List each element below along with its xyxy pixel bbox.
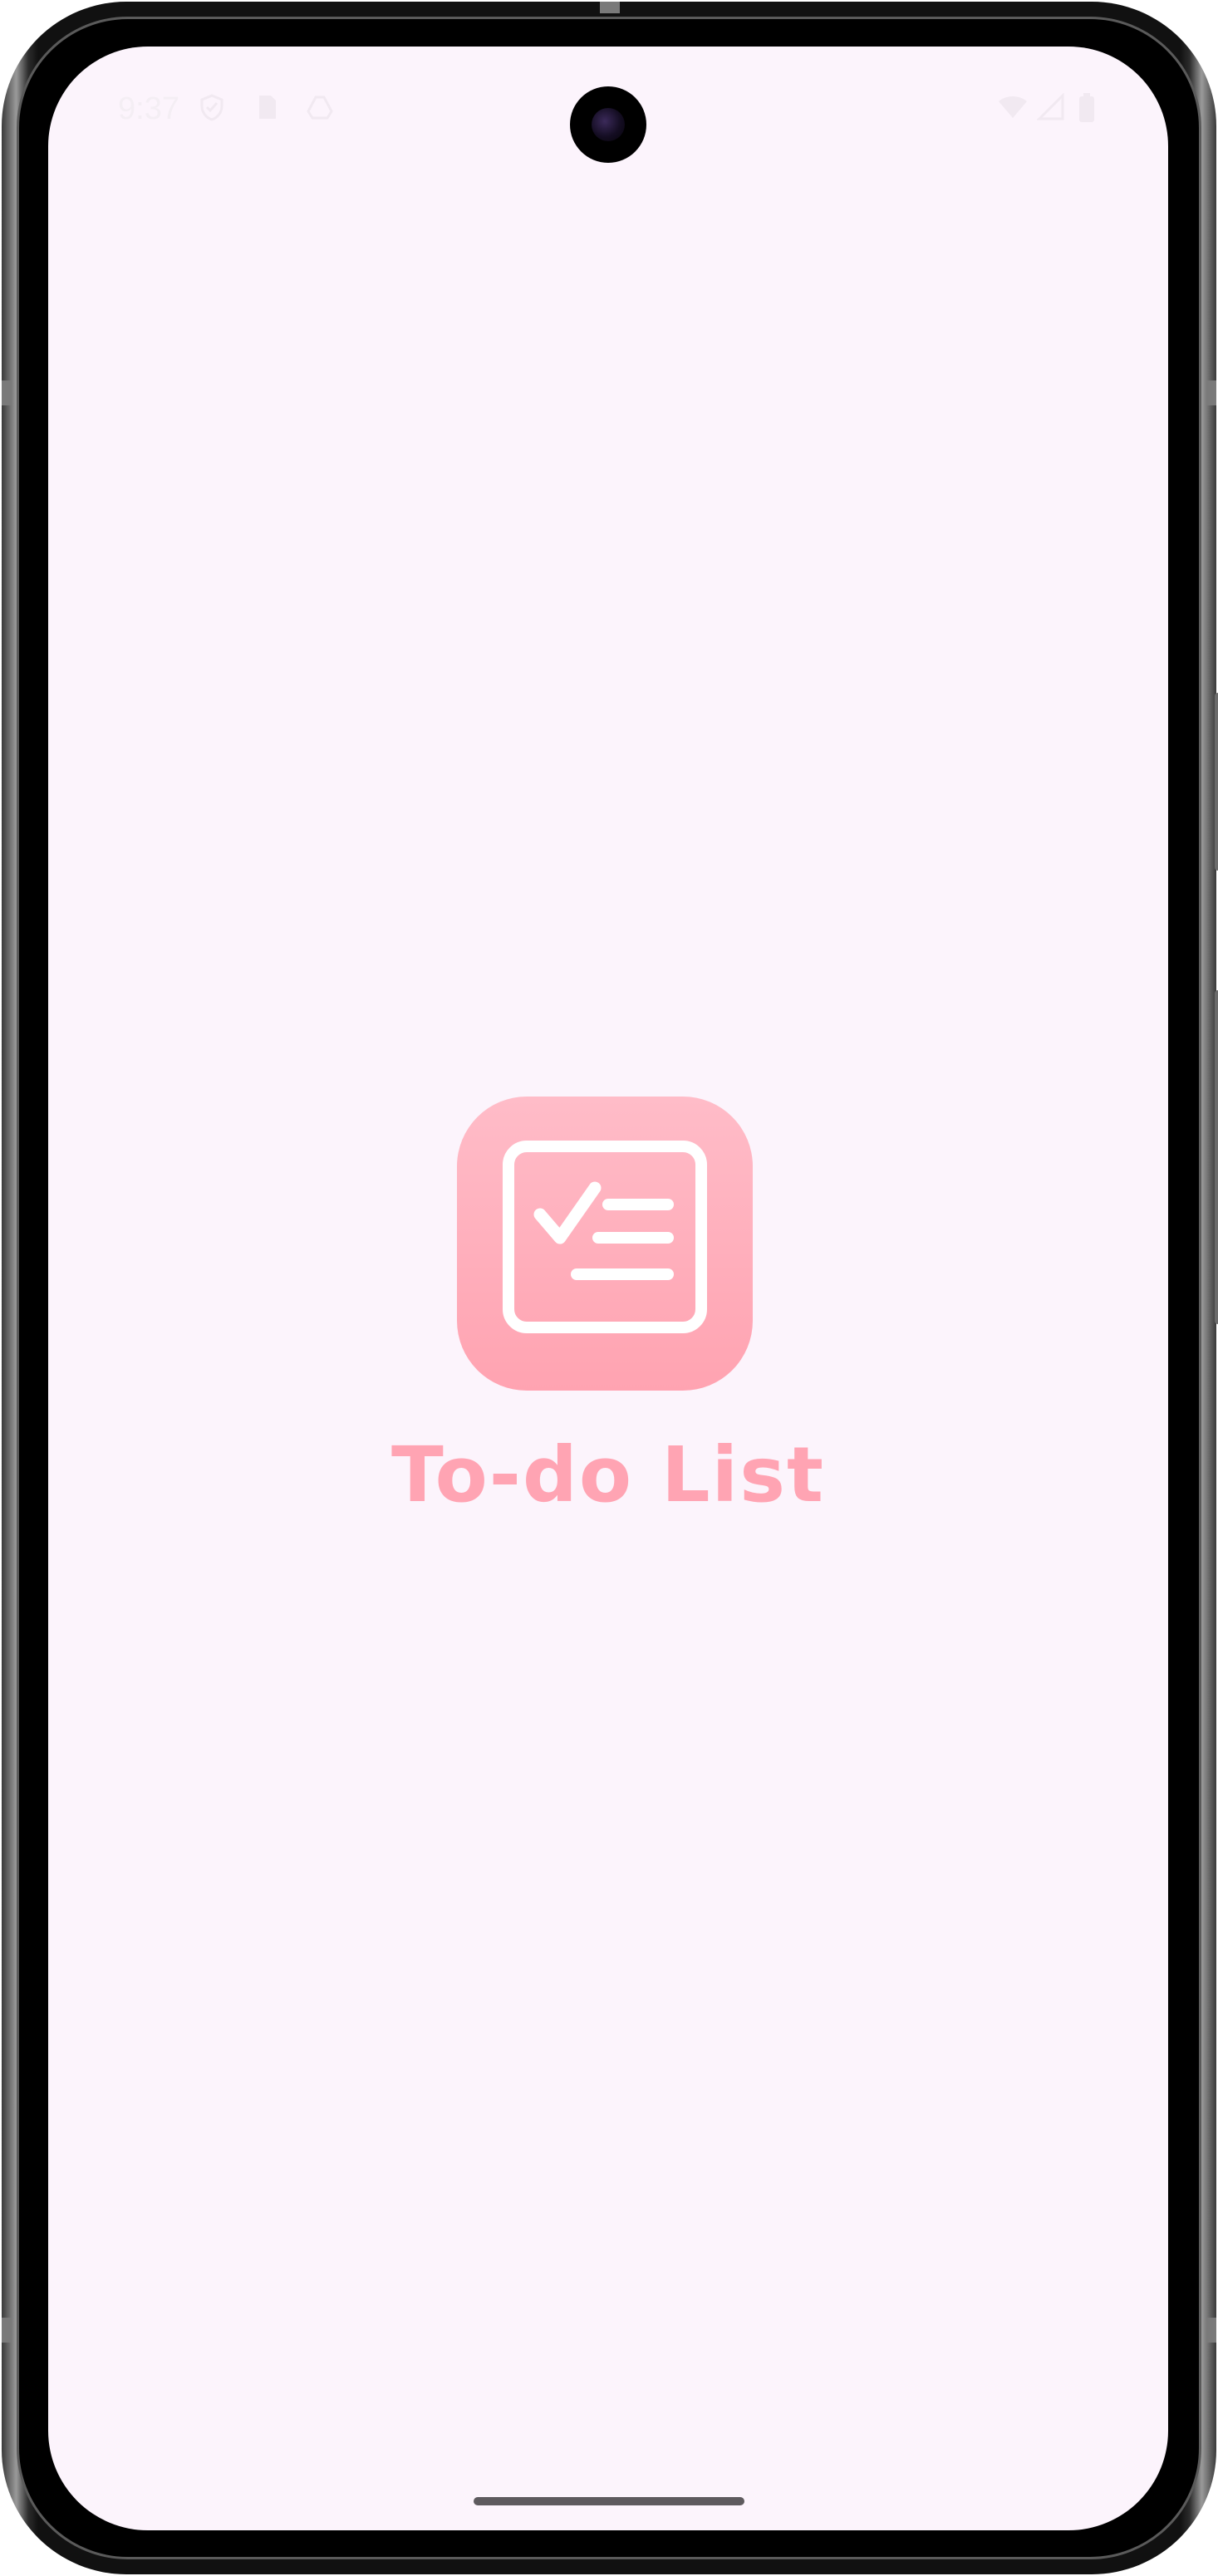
screen: 9:37 To-do List	[48, 47, 1168, 2530]
device-frame: 9:37 To-do List	[0, 0, 1218, 2576]
home-indicator[interactable]	[474, 2497, 744, 2505]
antenna-band-left	[2, 380, 12, 405]
antenna-band-right-bottom	[1206, 2318, 1216, 2343]
antenna-band-right	[1206, 380, 1216, 405]
power-button[interactable]	[1215, 693, 1218, 871]
volume-button[interactable]	[1215, 990, 1218, 1324]
antenna-band-left-bottom	[2, 2318, 12, 2343]
checklist-icon	[457, 1097, 753, 1391]
splash-screen: To-do List	[48, 47, 1168, 2530]
antenna-band-top	[600, 2, 620, 13]
app-title: To-do List	[391, 1430, 825, 1519]
